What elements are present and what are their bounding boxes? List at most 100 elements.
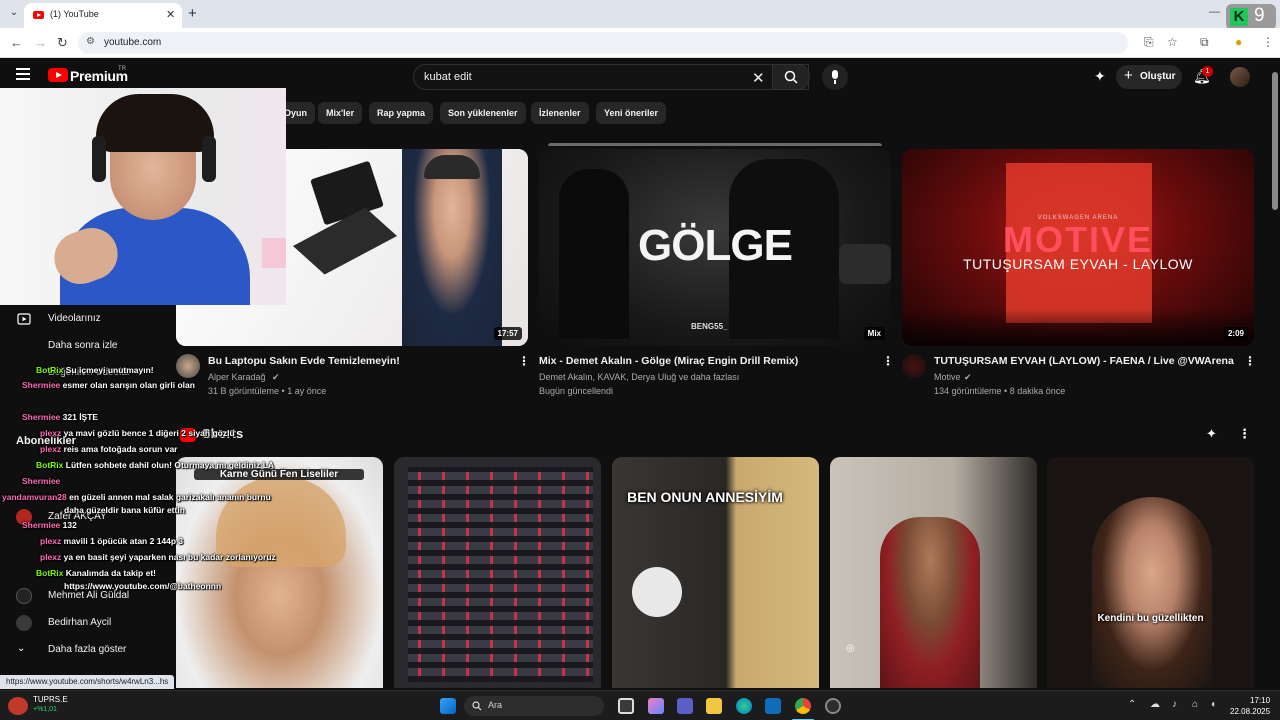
volume-icon[interactable]: ◖: [1210, 699, 1216, 710]
clock-time: 17:10: [1250, 696, 1271, 705]
tab-close-icon[interactable]: ✕: [166, 8, 175, 21]
shorts-feedback-icon[interactable]: ✦: [1206, 426, 1217, 442]
windows-taskbar: TUPRS.E +%1,01 Ara ⌃ ☁ ♪ ⌂ ◖ 17:10 22.08…: [0, 690, 1280, 720]
account-avatar[interactable]: [1230, 67, 1250, 87]
page-scrollbar[interactable]: [1270, 58, 1280, 690]
edge-icon[interactable]: [736, 698, 752, 714]
taskbar-clock[interactable]: 17:10 22.08.2025: [1230, 695, 1270, 717]
stock-widget-icon[interactable]: [8, 697, 28, 715]
taskbar-search[interactable]: Ara: [464, 696, 604, 716]
video-channel[interactable]: Demet Akalın, KAVAK, Derya Uluğ ve daha …: [539, 372, 739, 382]
sidebar-item-label: Mehmet Ali Güldal: [48, 590, 130, 601]
chat-message: daha güzeldir bana küfür ettin: [64, 505, 185, 515]
channel-avatar: [16, 588, 32, 604]
webcam-overlay: [0, 88, 286, 305]
video-meta: 31 B görüntüleme • 1 ay önce: [208, 386, 327, 396]
short-card-3[interactable]: BEN ONUN ANNESİYİM: [612, 457, 819, 688]
forward-arrow-icon[interactable]: →: [34, 35, 47, 50]
chip-izlenenler[interactable]: İzlenenler: [531, 102, 589, 124]
chat-message: plexz reis ama fotoğada sorun var: [40, 444, 178, 454]
extensions-puzzle-icon[interactable]: ⧉: [1200, 35, 1209, 50]
video-duration: 2:09: [1223, 327, 1248, 340]
sidebar-item-videolariniz[interactable]: Videolarınız: [0, 307, 170, 331]
video-thumbnail-3[interactable]: VOLKSWAGEN ARENA MOTIVE TUTUŞURSAM EYVAH…: [902, 149, 1254, 346]
chevron-down-icon: ⌄: [17, 643, 26, 654]
video-title[interactable]: TUTUŞURSAM EYVAH (LAYLOW) - FAENA / Live…: [934, 355, 1234, 367]
taskbar-search-label: Ara: [488, 700, 503, 710]
windows-start-icon[interactable]: [440, 698, 456, 714]
back-arrow-icon[interactable]: ←: [10, 35, 23, 50]
short-card-4[interactable]: ◎: [830, 457, 1037, 688]
short-card-5[interactable]: Kendini bu güzellikten: [1047, 457, 1254, 688]
address-url: youtube.com: [104, 37, 162, 48]
new-tab-plus-icon[interactable]: +: [188, 5, 197, 22]
chat-message: plexz ya en basit şeyi yaparken nası bu …: [40, 552, 276, 562]
scrollbar-thumb[interactable]: [1272, 72, 1278, 210]
chrome-icon[interactable]: [795, 698, 811, 714]
sidebar-item-label: Daha fazla göster: [48, 644, 127, 655]
clear-search-icon[interactable]: ✕: [752, 69, 765, 87]
app-icon[interactable]: [825, 698, 841, 714]
link-status-url: https://www.youtube.com/shorts/w4rwLn3..…: [0, 675, 175, 689]
search-button[interactable]: [772, 64, 810, 90]
create-button[interactable]: + Oluştur: [1116, 65, 1182, 89]
reload-icon[interactable]: ↻: [57, 35, 68, 51]
file-explorer-icon[interactable]: [706, 698, 722, 714]
video-more-icon[interactable]: ⋮: [882, 354, 894, 368]
chip-rap-yapma[interactable]: Rap yapma: [369, 102, 434, 124]
video-title[interactable]: Bu Laptopu Sakın Evde Temizlemeyin!: [208, 355, 400, 367]
browser-tab-youtube[interactable]: (1) YouTube ✕: [24, 3, 182, 28]
video-duration: 17:57: [493, 327, 522, 340]
network-icon[interactable]: ⌂: [1192, 699, 1198, 710]
clock-date: 22.08.2025: [1230, 707, 1271, 716]
hamburger-menu-icon[interactable]: [16, 68, 30, 80]
copilot-icon[interactable]: [648, 698, 664, 714]
tab-search-chevron-icon[interactable]: ⌄: [6, 5, 22, 21]
youtube-favicon-icon: [33, 11, 44, 19]
cast-tv-icon[interactable]: ✦: [1094, 68, 1106, 85]
search-input[interactable]: kubat edit ✕: [413, 64, 809, 90]
youtube-logo-icon[interactable]: [48, 68, 68, 82]
cloud-icon[interactable]: ☁: [1150, 699, 1160, 710]
sidebar-item-label: Daha sonra izle: [48, 340, 118, 351]
cast-icon[interactable]: ⎘: [1144, 35, 1154, 50]
shorts-more-icon[interactable]: ⋮: [1238, 426, 1251, 442]
chat-message: plexz mavili 1 öpücük atan 2 144p 3: [40, 536, 184, 546]
instagram-icon: ◎: [846, 643, 855, 654]
sidebar-item-daha-sonra-izle[interactable]: Daha sonra izle: [0, 334, 170, 358]
store-icon[interactable]: [765, 698, 781, 714]
play-square-icon: [17, 313, 31, 325]
video-thumbnail-2[interactable]: GÖLGE BENG55_ Mix: [539, 149, 891, 346]
sidebar-show-more[interactable]: ⌄ Daha fazla göster: [0, 638, 170, 662]
browser-menu-icon[interactable]: ⋮: [1262, 35, 1274, 49]
chip-yeni-oneriler[interactable]: Yeni öneriler: [596, 102, 667, 124]
chat-message: yandamvuran28 en güzeli annen mal salak …: [2, 492, 271, 502]
short-card-2[interactable]: [394, 457, 601, 688]
video-title[interactable]: Mix - Demet Akalın - Gölge (Miraç Engin …: [539, 355, 798, 367]
video-more-icon[interactable]: ⋮: [518, 354, 530, 368]
video-channel[interactable]: Alper Karadağ: [208, 372, 266, 382]
task-view-icon[interactable]: [618, 698, 634, 714]
create-label: Oluştur: [1140, 71, 1176, 82]
minimize-icon[interactable]: —: [1209, 6, 1220, 18]
chat-message: https://www.youtube.com/@batheonnn: [64, 581, 222, 591]
sidebar-sub-bedirhan-aycil[interactable]: Bedirhan Aycil: [0, 611, 170, 635]
teams-icon[interactable]: [677, 698, 693, 714]
profile-icon[interactable]: ●: [1235, 35, 1242, 49]
extension-badge[interactable]: K 9: [1226, 4, 1276, 30]
headphones-left: [92, 136, 106, 182]
chip-mixler[interactable]: Mix'ler: [318, 102, 363, 124]
tray-chevron-icon[interactable]: ⌃: [1128, 699, 1136, 710]
logo-region: TR: [118, 66, 126, 72]
microphone-tray-icon[interactable]: ♪: [1172, 699, 1177, 710]
channel-avatar[interactable]: [902, 354, 926, 378]
bookmark-star-icon[interactable]: ☆: [1167, 35, 1178, 49]
site-info-icon[interactable]: ⚙: [86, 36, 95, 47]
channel-avatar[interactable]: [176, 354, 200, 378]
address-bar[interactable]: ⚙ youtube.com: [78, 32, 1128, 54]
chip-son-yuklenenler[interactable]: Son yüklenenler: [440, 102, 526, 124]
voice-search-button[interactable]: [822, 64, 848, 90]
video-more-icon[interactable]: ⋮: [1244, 354, 1256, 368]
video-meta: 134 görüntüleme • 8 dakika önce: [934, 386, 1066, 396]
video-channel[interactable]: Motive: [934, 372, 961, 382]
